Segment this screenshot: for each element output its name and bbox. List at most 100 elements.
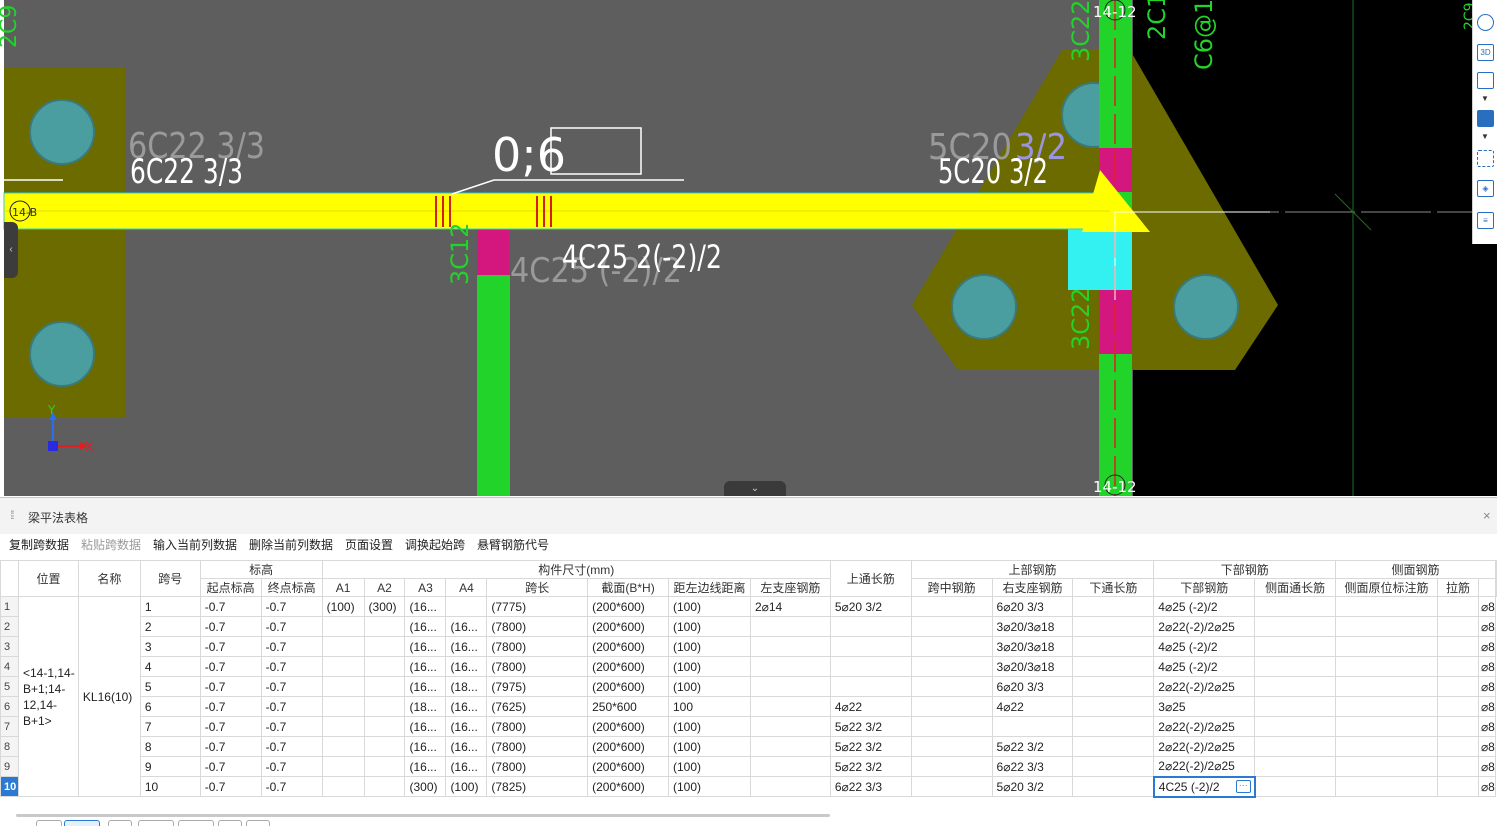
cell-tie[interactable] — [1437, 756, 1479, 777]
grip-icon[interactable]: ⁞⁞ — [10, 508, 14, 522]
cell-mid-span[interactable] — [910, 636, 993, 657]
cell-side-original[interactable] — [1335, 676, 1439, 697]
cell-top-long[interactable] — [749, 696, 831, 717]
cell-extra[interactable]: ⌀8 — [1477, 636, 1497, 657]
cell-a1[interactable] — [321, 776, 365, 797]
cell-a1[interactable] — [321, 756, 365, 777]
cell-a1[interactable] — [321, 656, 365, 677]
close-icon[interactable]: × — [1483, 508, 1491, 523]
cell-a4[interactable]: (16... — [445, 616, 488, 637]
col-header-start-elev[interactable]: 起点标高 — [199, 578, 262, 597]
cell-left-support[interactable]: 5⌀22 3/2 — [829, 716, 912, 737]
cell-extra[interactable]: ⌀8 — [1477, 656, 1497, 677]
cell-a4[interactable]: (16... — [445, 736, 488, 757]
bottom-tab[interactable] — [64, 820, 100, 826]
cell-a1[interactable]: (100) — [321, 596, 365, 617]
bottom-tab[interactable] — [246, 820, 270, 826]
cell-span-length[interactable]: (7625) — [486, 696, 589, 717]
cell-side-long[interactable] — [1254, 616, 1337, 637]
cell-a4[interactable]: (16... — [445, 696, 488, 717]
cell-a3[interactable]: (16... — [404, 656, 447, 677]
cell-mid-span[interactable] — [910, 656, 993, 677]
cell-top-long[interactable] — [749, 736, 831, 757]
collapse-panel-toggle[interactable]: ⌄ — [724, 481, 786, 496]
bottom-tab[interactable] — [178, 820, 214, 826]
cell-bottom-long[interactable] — [1072, 656, 1155, 677]
cell-a3[interactable]: (16... — [404, 756, 447, 777]
cell-section[interactable]: (200*600) — [587, 716, 669, 737]
cell-left-support[interactable] — [829, 656, 912, 677]
cell-end-elev[interactable]: -0.7 — [260, 736, 323, 757]
cell-span-length[interactable]: (7800) — [486, 756, 589, 777]
cell-extra[interactable]: ⌀8 — [1477, 596, 1497, 617]
cell-a3[interactable]: (16... — [404, 676, 447, 697]
swap-start-span-button[interactable]: 调换起始跨 — [405, 536, 465, 553]
cell-a1[interactable] — [321, 636, 365, 657]
cell-bottom-bar[interactable]: 3⌀25 — [1153, 696, 1256, 717]
cell-span[interactable]: 6 — [139, 696, 201, 717]
bottom-tab[interactable] — [138, 820, 174, 826]
cell-a2[interactable] — [363, 736, 406, 757]
cell-end-elev[interactable]: -0.7 — [260, 656, 323, 677]
cell-distance[interactable]: (100) — [667, 716, 751, 737]
cell-span[interactable]: 3 — [139, 636, 201, 657]
cell-section[interactable]: (200*600) — [587, 676, 669, 697]
horizontal-scrollbar[interactable] — [16, 814, 830, 817]
cell-end-elev[interactable]: -0.7 — [260, 776, 323, 797]
cell-start-elev[interactable]: -0.7 — [199, 656, 262, 677]
cell-span[interactable]: 5 — [139, 676, 201, 697]
col-header-right-support[interactable]: 右支座钢筋 — [991, 578, 1074, 597]
cell-mid-span[interactable] — [910, 596, 993, 617]
cell-distance[interactable]: (100) — [667, 656, 751, 677]
cell-distance[interactable]: (100) — [667, 596, 751, 617]
cell-a3[interactable]: (16... — [404, 636, 447, 657]
cell-span-length[interactable]: (7775) — [486, 596, 589, 617]
cell-a4[interactable]: (100) — [445, 776, 488, 797]
selection-icon[interactable] — [1477, 150, 1494, 167]
cell-end-elev[interactable]: -0.7 — [260, 756, 323, 777]
cell-bottom-long[interactable] — [1072, 616, 1155, 637]
cell-side-long[interactable] — [1254, 776, 1337, 797]
cell-top-long[interactable] — [749, 756, 831, 777]
cad-drawing[interactable]: Y X 2C9 6C22 3/3 6C22 3/3 0;6 5C20 3/2 5… — [0, 0, 1497, 496]
cell-span-length[interactable]: (7825) — [486, 776, 589, 797]
cell-tie[interactable] — [1437, 656, 1479, 677]
cell-start-elev[interactable]: -0.7 — [199, 776, 262, 797]
cell-top-long[interactable] — [749, 716, 831, 737]
page-setup-button[interactable]: 页面设置 — [345, 536, 393, 553]
bottom-tab[interactable] — [36, 820, 62, 826]
cell-extra[interactable]: ⌀8 — [1477, 616, 1497, 637]
cell-mid-span[interactable] — [910, 716, 993, 737]
cell-left-support[interactable]: 5⌀22 3/2 — [829, 756, 912, 777]
cell-a2[interactable] — [363, 716, 406, 737]
cell-tie[interactable] — [1437, 716, 1479, 737]
cell-side-long[interactable] — [1254, 716, 1337, 737]
row-number[interactable]: 10 — [0, 776, 19, 797]
cell-end-elev[interactable]: -0.7 — [260, 636, 323, 657]
cell-mid-span[interactable] — [910, 616, 993, 637]
cell-left-support[interactable] — [829, 676, 912, 697]
cell-start-elev[interactable]: -0.7 — [199, 616, 262, 637]
cell-mid-span[interactable] — [910, 776, 993, 797]
cell-bottom-bar[interactable]: 2⌀22(-2)/2⌀25 — [1153, 756, 1256, 777]
bottom-tab[interactable] — [218, 820, 242, 826]
cell-distance[interactable]: (100) — [667, 776, 751, 797]
cell-a1[interactable] — [321, 696, 365, 717]
col-header-tie[interactable]: 拉筋 — [1437, 578, 1479, 597]
chevron-down-icon[interactable]: ▼ — [1481, 94, 1489, 103]
col-header-top-long[interactable]: 上通长筋 — [829, 560, 912, 597]
cell-side-original[interactable] — [1335, 756, 1439, 777]
cell-bottom-long[interactable] — [1072, 636, 1155, 657]
cell-mid-span[interactable] — [910, 676, 993, 697]
cell-a2[interactable] — [363, 756, 406, 777]
cell-span[interactable]: 7 — [139, 716, 201, 737]
col-header-side-original[interactable]: 侧面原位标注筋 — [1335, 578, 1439, 597]
cell-right-support[interactable]: 6⌀22 3/3 — [991, 756, 1074, 777]
cell-a1[interactable] — [321, 736, 365, 757]
row-number[interactable]: 2 — [0, 616, 19, 637]
cell-a2[interactable] — [363, 656, 406, 677]
col-header-position[interactable]: 位置 — [17, 560, 79, 597]
row-number[interactable]: 4 — [0, 656, 19, 677]
cell-tie[interactable] — [1437, 596, 1479, 617]
cell-extra[interactable]: ⌀8 — [1477, 756, 1497, 777]
